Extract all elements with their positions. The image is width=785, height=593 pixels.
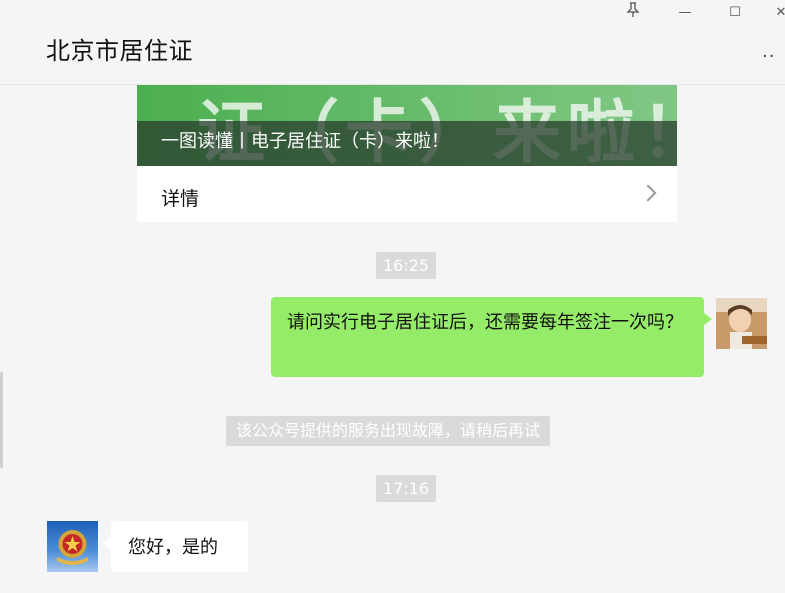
article-title[interactable]: 一图读懂丨电子居住证（卡）来啦！ [161,127,449,153]
details-label: 详情 [161,188,200,210]
system-notice: 该公众号提供的服务出现故障，请稍后再试 [226,416,551,446]
minimize-button[interactable]: — [673,2,697,24]
chevron-right-icon [639,184,657,202]
pin-icon[interactable] [621,2,645,24]
more-options-button[interactable]: ·· [762,48,785,66]
outgoing-message-bubble[interactable]: 请问实行电子居住证后，还需要每年签注一次吗？ [271,297,712,377]
user-avatar-image [716,298,767,349]
article-details-row[interactable]: 详情 [137,166,677,222]
police-emblem-icon [57,530,88,565]
timestamp: 16:25 [376,252,437,279]
article-card[interactable]: 证（卡）来啦！ 一图读懂丨电子居住证（卡）来啦！ 详情 [137,85,677,222]
maximize-button[interactable]: ☐ [723,2,747,24]
left-edge-divider [0,372,3,468]
incoming-message-bubble[interactable]: 您好，是的 [103,521,248,572]
pin-icon-svg [626,2,640,17]
chat-header: — ☐ ✕ 北京市居住证 ·· [0,0,785,85]
close-button[interactable]: ✕ [769,2,785,24]
chat-title: 北京市居住证 [46,37,193,65]
article-banner-image[interactable]: 证（卡）来啦！ 一图读懂丨电子居住证（卡）来啦！ [137,85,677,166]
timestamp: 17:16 [376,475,437,502]
official-account-avatar[interactable] [47,521,98,572]
user-avatar[interactable] [716,298,767,349]
